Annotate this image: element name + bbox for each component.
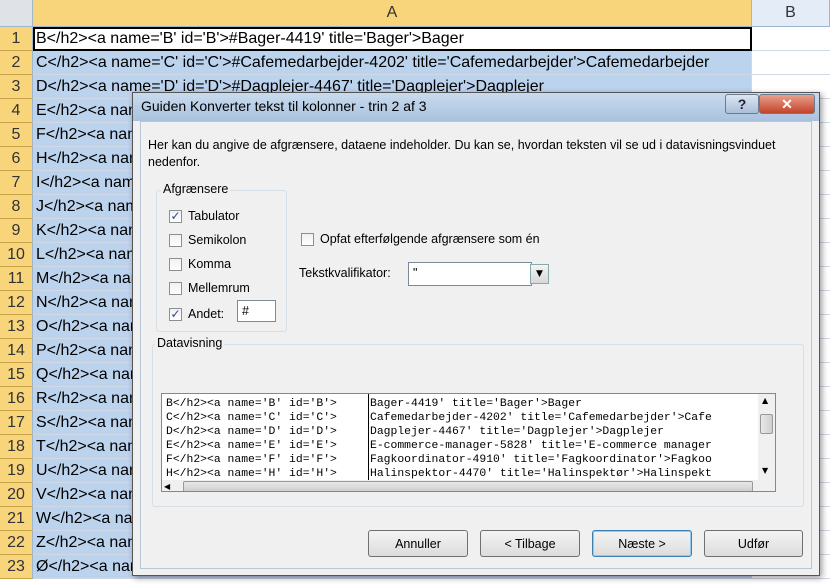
dialog-titlebar[interactable]: Guiden Konverter tekst til kolonner - tr… xyxy=(133,93,819,121)
delimiters-group: Afgrænsere ✓ Tabulator Semikolon Komma M… xyxy=(156,182,287,332)
row-header[interactable]: 2 xyxy=(0,51,33,75)
text-to-columns-dialog: Guiden Konverter tekst til kolonner - tr… xyxy=(132,92,820,576)
dialog-body: Her kan du angive de afgrænsere, dataene… xyxy=(140,121,812,569)
row-header[interactable]: 21 xyxy=(0,507,33,531)
tab-checkbox-row[interactable]: ✓ Tabulator xyxy=(169,209,239,223)
row-header[interactable]: 15 xyxy=(0,363,33,387)
space-checkbox[interactable] xyxy=(169,281,182,295)
row-header[interactable]: 13 xyxy=(0,315,33,339)
horizontal-scroll-thumb[interactable] xyxy=(183,481,753,491)
close-icon: ✕ xyxy=(781,95,793,112)
row-header[interactable]: 12 xyxy=(0,291,33,315)
row-header[interactable]: 1 xyxy=(0,27,33,51)
cell-b[interactable] xyxy=(752,51,830,75)
back-button[interactable]: < Tilbage xyxy=(480,530,580,557)
consecutive-label: Opfat efterfølgende afgrænsere som én xyxy=(320,232,540,246)
dialog-description: Her kan du angive de afgrænsere, dataene… xyxy=(148,138,776,169)
other-checkbox[interactable]: ✓ xyxy=(169,307,182,321)
vertical-scrollbar[interactable]: ▲ ▼ xyxy=(758,394,775,491)
row-header[interactable]: 3 xyxy=(0,75,33,99)
row-header[interactable]: 9 xyxy=(0,219,33,243)
row-header[interactable]: 19 xyxy=(0,459,33,483)
cell-a[interactable]: C</h2><a name='C' id='C'>#Cafemedarbejde… xyxy=(33,51,752,75)
row-header[interactable]: 10 xyxy=(0,243,33,267)
row-header[interactable]: 7 xyxy=(0,171,33,195)
close-button[interactable]: ✕ xyxy=(759,94,815,114)
qualifier-label: Tekstkvalifikator: xyxy=(299,266,391,280)
preview-col2-line: Fagkoordinator-4910' title='Fagkoordinat… xyxy=(370,454,712,466)
cancel-button[interactable]: Annuller xyxy=(368,530,468,557)
preview-col2-line: Cafemedarbejder-4202' title='Cafemedarbe… xyxy=(370,412,712,424)
help-button[interactable]: ? xyxy=(725,94,759,114)
finish-button[interactable]: Udfør xyxy=(704,530,803,557)
preview-label: Datavisning xyxy=(155,336,225,350)
qualifier-select[interactable]: " xyxy=(408,262,532,286)
row-header[interactable]: 5 xyxy=(0,123,33,147)
row-header[interactable]: 14 xyxy=(0,339,33,363)
cell-b[interactable] xyxy=(752,27,830,51)
row-header[interactable]: 16 xyxy=(0,387,33,411)
row-header[interactable]: 4 xyxy=(0,99,33,123)
active-cell-border xyxy=(33,27,752,51)
preview-col2-line: E-commerce-manager-5828' title='E-commer… xyxy=(370,440,712,452)
semicolon-label: Semikolon xyxy=(188,233,247,247)
preview-col1-line: E</h2><a name='E' id='E'> xyxy=(166,440,337,452)
tab-checkbox[interactable]: ✓ xyxy=(169,209,182,223)
row-header[interactable]: 23 xyxy=(0,555,33,579)
qualifier-dropdown-button[interactable]: ▼ xyxy=(530,264,549,284)
horizontal-scrollbar[interactable]: ◀ ▶ xyxy=(162,480,775,491)
scroll-left-icon[interactable]: ◀ xyxy=(164,482,170,491)
consecutive-checkbox[interactable] xyxy=(301,232,314,246)
dialog-title: Guiden Konverter tekst til kolonner - tr… xyxy=(141,98,427,114)
consecutive-checkbox-row[interactable]: Opfat efterfølgende afgrænsere som én xyxy=(301,232,540,246)
preview-col1-line: F</h2><a name='F' id='F'> xyxy=(166,454,337,466)
row-header[interactable]: 20 xyxy=(0,483,33,507)
row-header[interactable]: 17 xyxy=(0,411,33,435)
space-checkbox-row[interactable]: Mellemrum xyxy=(169,281,250,295)
column-header-a[interactable]: A xyxy=(33,0,752,27)
scroll-down-icon[interactable]: ▼ xyxy=(762,466,768,475)
other-delimiter-input[interactable]: # xyxy=(237,300,276,322)
delimiters-label: Afgrænsere xyxy=(161,182,231,196)
semicolon-checkbox-row[interactable]: Semikolon xyxy=(169,233,246,247)
preview-col2-line: Bager-4419' title='Bager'>Bager xyxy=(370,398,582,410)
vertical-scroll-thumb[interactable] xyxy=(760,414,773,434)
column-break-line[interactable] xyxy=(368,394,369,480)
tab-label: Tabulator xyxy=(188,209,240,223)
preview-col1-line: H</h2><a name='H' id='H'> xyxy=(166,468,337,480)
row-header[interactable]: 22 xyxy=(0,531,33,555)
row-header[interactable]: 18 xyxy=(0,435,33,459)
other-checkbox-row[interactable]: ✓ Andet: xyxy=(169,307,224,321)
space-label: Mellemrum xyxy=(188,281,250,295)
comma-checkbox-row[interactable]: Komma xyxy=(169,257,231,271)
other-label: Andet: xyxy=(188,307,225,321)
row-header[interactable]: 8 xyxy=(0,195,33,219)
preview-col1-line: B</h2><a name='B' id='B'> xyxy=(166,398,337,410)
scroll-up-icon[interactable]: ▲ xyxy=(762,396,768,405)
column-header-b[interactable]: B xyxy=(752,0,830,27)
comma-checkbox[interactable] xyxy=(169,257,182,271)
next-button[interactable]: Næste > xyxy=(592,530,692,557)
preview-col1-line: D</h2><a name='D' id='D'> xyxy=(166,426,337,438)
preview-col2-line: Dagplejer-4467' title='Dagplejer'>Dagple… xyxy=(370,426,664,438)
row-header[interactable]: 11 xyxy=(0,267,33,291)
chevron-down-icon: ▼ xyxy=(536,269,543,279)
row-header[interactable]: 6 xyxy=(0,147,33,171)
preview-col2-line: Halinspektor-4470' title='Halinspektør'>… xyxy=(370,468,712,480)
semicolon-checkbox[interactable] xyxy=(169,233,182,247)
data-preview[interactable]: B</h2><a name='B' id='B'> Bager-4419' tit… xyxy=(161,393,776,492)
select-all-corner[interactable] xyxy=(0,0,33,27)
preview-col1-line: C</h2><a name='C' id='C'> xyxy=(166,412,337,424)
comma-label: Komma xyxy=(188,257,232,271)
